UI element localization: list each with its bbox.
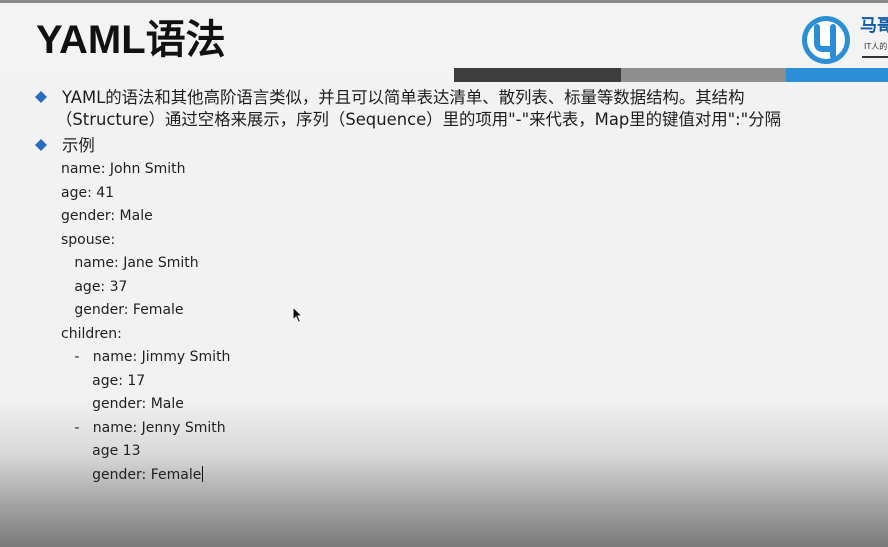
code-line: - name: Jenny Smith <box>61 419 226 436</box>
top-rule <box>0 0 888 3</box>
code-line: age: 17 <box>61 372 146 389</box>
logo-brand-text: 马哥 <box>860 16 888 36</box>
header-bar-gray <box>621 68 786 82</box>
text-caret <box>202 465 204 482</box>
logo-icon <box>802 16 850 64</box>
code-line: name: John Smith <box>61 161 186 177</box>
code-line: gender: Female <box>61 466 202 483</box>
code-line: - name: Jimmy Smith <box>61 349 231 365</box>
header-bar-blue <box>786 68 888 82</box>
code-line: gender: Male <box>61 208 153 224</box>
brand-logo: 马哥 IT人的 <box>798 12 888 68</box>
bullet-text-line: YAML的语法和其他高阶语言类似，并且可以简单表达清单、散列表、标量等数据结构。… <box>62 88 745 107</box>
slide: YAML语法 马哥 IT人的 YAML的语法和其他高阶语言类似，并且可以简单表达… <box>0 0 888 547</box>
code-line-last: gender: Female <box>61 464 204 486</box>
diamond-bullet-icon <box>35 139 47 151</box>
code-line: age 13 <box>61 443 141 459</box>
logo-sub-text: IT人的 <box>864 42 888 51</box>
diamond-bullet-icon <box>35 91 47 103</box>
code-line: name: Jane Smith <box>61 255 199 271</box>
code-line: age: 41 <box>61 184 115 201</box>
header-bar-dark <box>454 68 621 82</box>
code-line: spouse: <box>61 231 116 248</box>
code-line: gender: Male <box>61 396 184 412</box>
code-line: gender: Female <box>61 302 184 318</box>
code-line: age: 37 <box>61 278 128 295</box>
logo-underline <box>862 56 888 58</box>
bullet-text-line: （Structure）通过空格来展示，序列（Sequence）里的项用"-"来代… <box>56 110 781 129</box>
example-heading: 示例 <box>62 136 95 155</box>
slide-title: YAML语法 <box>36 18 226 62</box>
mouse-pointer-icon <box>292 306 304 324</box>
code-line: children: <box>61 325 122 342</box>
